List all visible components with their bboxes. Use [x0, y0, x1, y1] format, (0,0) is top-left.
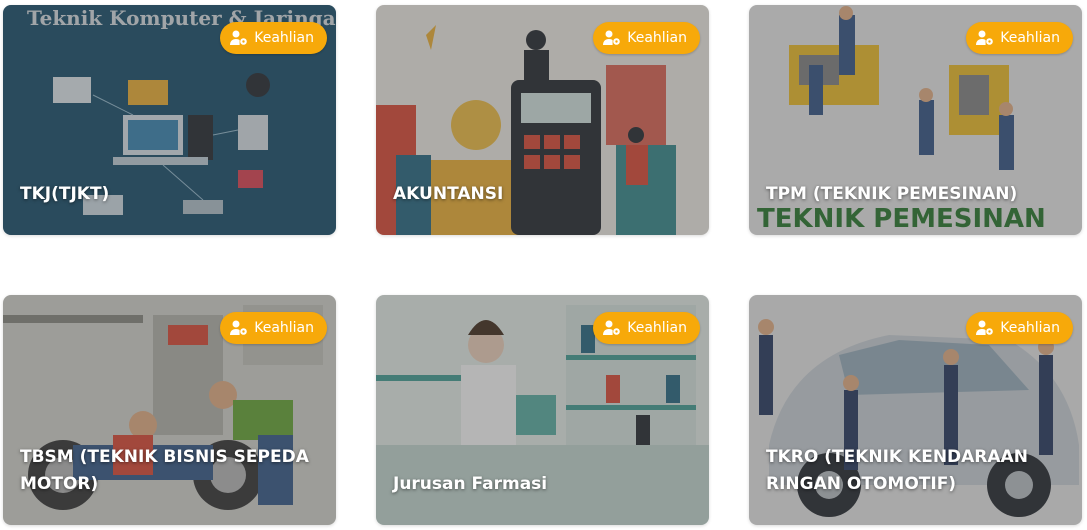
card-title: Jurusan Farmasi [393, 474, 548, 494]
badge-label: Keahlian [254, 30, 314, 46]
card-tkro[interactable]: Keahlian TKRO (TEKNIK KENDARAAN RINGAN O… [749, 295, 1082, 525]
card-farmasi[interactable]: Keahlian Jurusan Farmasi [376, 295, 709, 525]
card-tpm[interactable]: TEKNIK PEMESINAN Keahlian TPM (TEKNIK PE… [749, 5, 1082, 235]
badge-label: Keahlian [254, 320, 314, 336]
keahlian-badge[interactable]: Keahlian [593, 22, 700, 54]
user-gear-icon [230, 30, 248, 45]
card-title: TPM (TEKNIK PEMESINAN) [766, 184, 1018, 204]
badge-label: Keahlian [1000, 30, 1060, 46]
user-gear-icon [976, 320, 994, 335]
keahlian-badge[interactable]: Keahlian [966, 22, 1073, 54]
keahlian-badge[interactable]: Keahlian [593, 312, 700, 344]
card-title: TBSM (TEKNIK BISNIS SEPEDA MOTOR) [20, 447, 309, 494]
keahlian-badge[interactable]: Keahlian [966, 312, 1073, 344]
user-gear-icon [603, 320, 621, 335]
keahlian-badge[interactable]: Keahlian [220, 312, 327, 344]
card-title: AKUNTANSI [393, 184, 504, 204]
card-title: TKJ(TJKT) [20, 184, 110, 204]
user-gear-icon [976, 30, 994, 45]
badge-label: Keahlian [627, 320, 687, 336]
card-tbsm[interactable]: Keahlian TBSM (TEKNIK BISNIS SEPEDA MOTO… [3, 295, 336, 525]
user-gear-icon [603, 30, 621, 45]
keahlian-badge[interactable]: Keahlian [220, 22, 327, 54]
card-tkj[interactable]: Teknik Komputer & Jaringan Keahlian TKJ(… [3, 5, 336, 235]
badge-label: Keahlian [627, 30, 687, 46]
card-akuntansi[interactable]: Keahlian AKUNTANSI [376, 5, 709, 235]
user-gear-icon [230, 320, 248, 335]
card-title: TKRO (TEKNIK KENDARAAN RINGAN OTOMOTIF) [766, 447, 1028, 494]
badge-label: Keahlian [1000, 320, 1060, 336]
